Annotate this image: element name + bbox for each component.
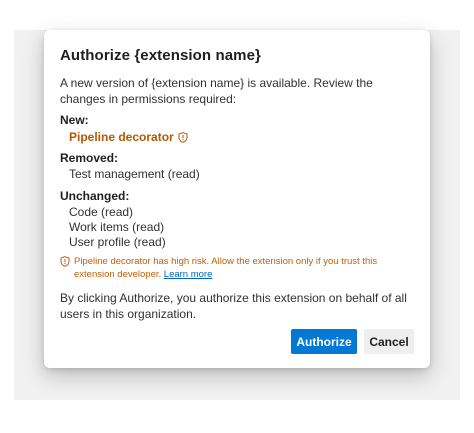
learn-more-link[interactable]: Learn more (164, 269, 213, 280)
risk-warning-body: Pipeline decorator has high risk. Allow … (74, 255, 415, 281)
unchanged-section-heading: Unchanged: (60, 189, 130, 203)
new-section-heading: New: (60, 113, 89, 127)
new-permission-item: Pipeline decorator (69, 130, 188, 144)
new-permission-label: Pipeline decorator (69, 130, 174, 144)
dialog-intro: A new version of {extension name} is ava… (60, 76, 373, 106)
cancel-button[interactable]: Cancel (364, 329, 414, 354)
unchanged-permission-item: Work items (read) (69, 220, 165, 234)
authorize-dialog: Authorize {extension name} A new version… (44, 30, 430, 368)
unchanged-permission-item: User profile (read) (69, 235, 166, 249)
consent-text: By clicking Authorize, you authorize thi… (60, 291, 407, 321)
removed-section-heading: Removed: (60, 151, 119, 165)
dialog-title: Authorize {extension name} (60, 47, 261, 64)
unchanged-permission-item: Code (read) (69, 205, 134, 219)
shield-icon (60, 256, 70, 267)
risk-warning-text: Pipeline decorator has high risk. Allow … (74, 256, 378, 280)
removed-permission-item: Test management (read) (69, 167, 200, 181)
shield-icon (178, 131, 188, 143)
risk-warning: Pipeline decorator has high risk. Allow … (60, 255, 415, 281)
authorize-button[interactable]: Authorize (291, 329, 357, 354)
